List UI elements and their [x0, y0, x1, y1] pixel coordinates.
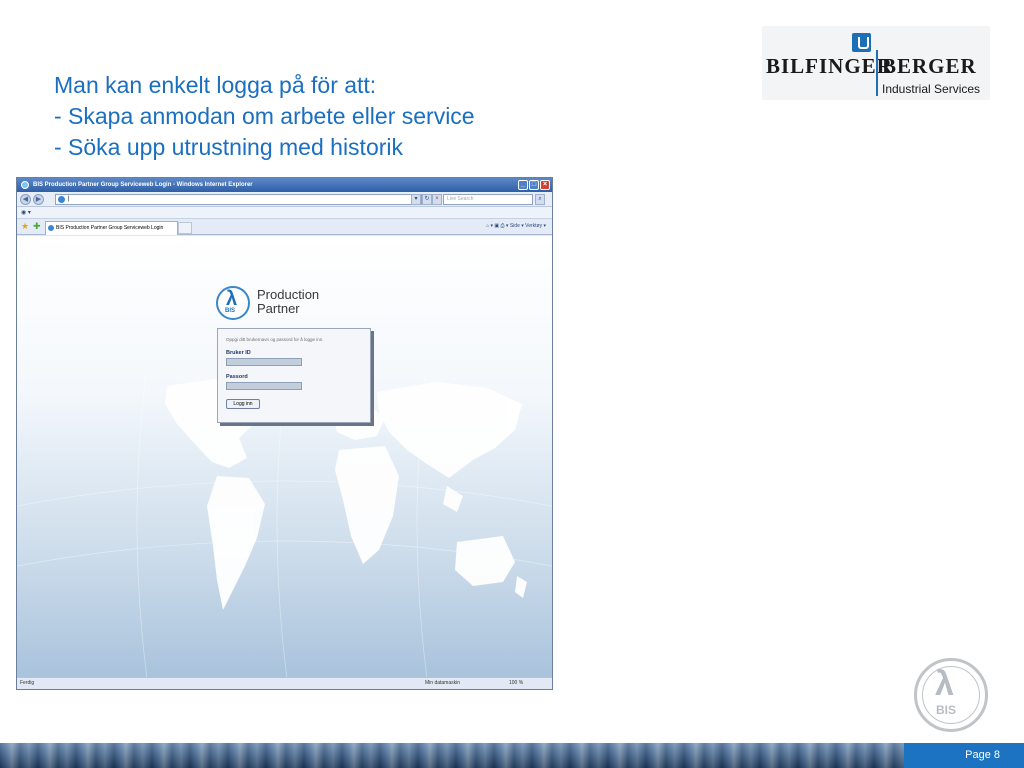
stop-icon[interactable]: ×: [432, 194, 442, 205]
password-label: Passord: [226, 374, 248, 380]
login-hint: Oppgi ditt brukernavn og passord for å l…: [226, 337, 324, 342]
page-content: λ BIS Production Partner Oppgi ditt bruk…: [17, 236, 552, 677]
user-id-input[interactable]: [226, 358, 302, 366]
search-icon[interactable]: ⌕: [535, 194, 545, 205]
footer-photo-strip: [0, 743, 904, 768]
bis-watermark-logo: λ BIS: [914, 658, 988, 732]
logo-mark-icon: [852, 33, 871, 52]
search-input[interactable]: Live Search: [443, 194, 533, 205]
forward-icon[interactable]: ▶: [33, 194, 44, 205]
links-icon[interactable]: ◉ ▾: [21, 210, 31, 216]
favorites-star-icon[interactable]: ★: [21, 221, 29, 232]
logo-bis-text: BIS: [225, 308, 236, 314]
new-tab-button[interactable]: [178, 222, 192, 234]
page-number: Page 8: [904, 743, 1024, 768]
password-input[interactable]: [226, 382, 302, 390]
user-id-label: Bruker ID: [226, 350, 251, 356]
minimize-button[interactable]: _: [518, 180, 528, 190]
window-title: BIS Production Partner Group Serviceweb …: [33, 182, 253, 188]
product-name-line1: Production: [257, 287, 320, 302]
logo-divider: [876, 50, 878, 96]
menu-bar: ◉ ▾: [17, 207, 552, 219]
logo-word-left: BILFINGER: [766, 54, 893, 78]
login-button[interactable]: Logg inn: [226, 399, 260, 409]
tools-menu[interactable]: Side ▾ Verktøy ▾: [510, 223, 546, 229]
browser-window: BIS Production Partner Group Serviceweb …: [16, 177, 553, 690]
maximize-button[interactable]: □: [529, 180, 539, 190]
address-input[interactable]: |: [55, 194, 422, 205]
command-bar: ⌂ ▾ ▣ ⎙ ▾ Side ▾ Verktøy ▾: [486, 221, 546, 232]
slide-heading: Man kan enkelt logga på för att: - Skapa…: [54, 70, 475, 163]
production-partner-logo-icon: λ BIS: [216, 286, 250, 320]
product-name: Production Partner: [257, 288, 319, 316]
address-bar: ◀ ▶ | ▾ ↻ × Live Search ⌕: [17, 192, 552, 207]
print-icon[interactable]: ⎙ ▾: [501, 223, 509, 229]
logo-word-right: BERGER: [882, 54, 977, 78]
watermark-text: BIS: [936, 703, 957, 717]
feeds-icon[interactable]: ▣: [494, 223, 499, 229]
window-controls: _ □ ×: [518, 180, 550, 190]
heading-line: Man kan enkelt logga på för att:: [54, 72, 377, 98]
slide-footer: Page 8: [0, 743, 1024, 768]
product-name-line2: Partner: [257, 301, 300, 316]
zoom-level[interactable]: 100 %: [509, 678, 523, 689]
heading-line: - Skapa anmodan om arbete eller service: [54, 103, 475, 129]
company-logo: BILFINGER BERGER Industrial Services: [762, 26, 990, 100]
status-zone: Min datamaskin: [425, 680, 461, 686]
address-dropdown-icon[interactable]: ▾: [411, 194, 421, 205]
close-button[interactable]: ×: [540, 180, 550, 190]
ie-icon: [21, 181, 29, 189]
add-favorite-icon[interactable]: ✚: [33, 221, 41, 232]
status-text: Ferdig: [20, 680, 35, 686]
login-form: Oppgi ditt brukernavn og passord for å l…: [217, 328, 371, 423]
refresh-icon[interactable]: ↻: [422, 194, 432, 205]
status-bar: Ferdig Min datamaskin 100 %: [17, 677, 552, 689]
back-icon[interactable]: ◀: [20, 194, 31, 205]
tab-bar: ★ ✚ BIS Production Partner Group Service…: [17, 219, 552, 235]
logo-subtitle: Industrial Services: [882, 82, 981, 96]
heading-line: - Söka upp utrustning med historik: [54, 134, 404, 160]
home-icon[interactable]: ⌂ ▾: [486, 223, 493, 229]
browser-titlebar: BIS Production Partner Group Serviceweb …: [17, 178, 552, 192]
browser-tab[interactable]: BIS Production Partner Group Serviceweb …: [45, 221, 178, 235]
